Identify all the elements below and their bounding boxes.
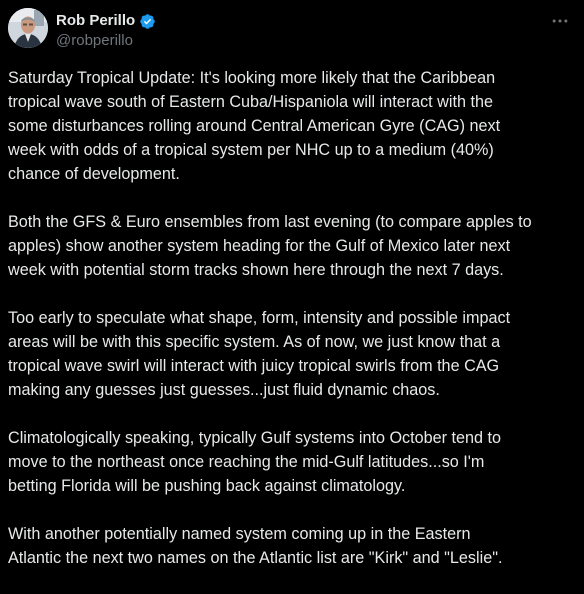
profile-photo [8,8,48,48]
tweet-paragraph: Too early to speculate what shape, form,… [8,309,511,399]
tweet-card: Rob Perillo @robperillo Saturday Tropica… [0,0,584,574]
tweet-text: Saturday Tropical Update: It's looking m… [8,66,580,594]
tweet-paragraph: Both the GFS & Euro ensembles from last … [8,213,532,279]
more-options-button[interactable] [548,10,572,32]
avatar[interactable] [8,8,48,48]
tweet-paragraph: Saturday Tropical Update: It's looking m… [8,69,501,183]
more-horizontal-icon [552,19,568,23]
tweet-paragraph: Climatologically speaking, typically Gul… [8,429,502,495]
tweet-paragraph: With another potentially named system co… [8,525,503,567]
author-handle[interactable]: @robperillo [56,31,133,51]
author-name-row: Rob Perillo [56,11,156,31]
author-display-name[interactable]: Rob Perillo [56,11,135,31]
verified-badge-icon [139,13,156,30]
